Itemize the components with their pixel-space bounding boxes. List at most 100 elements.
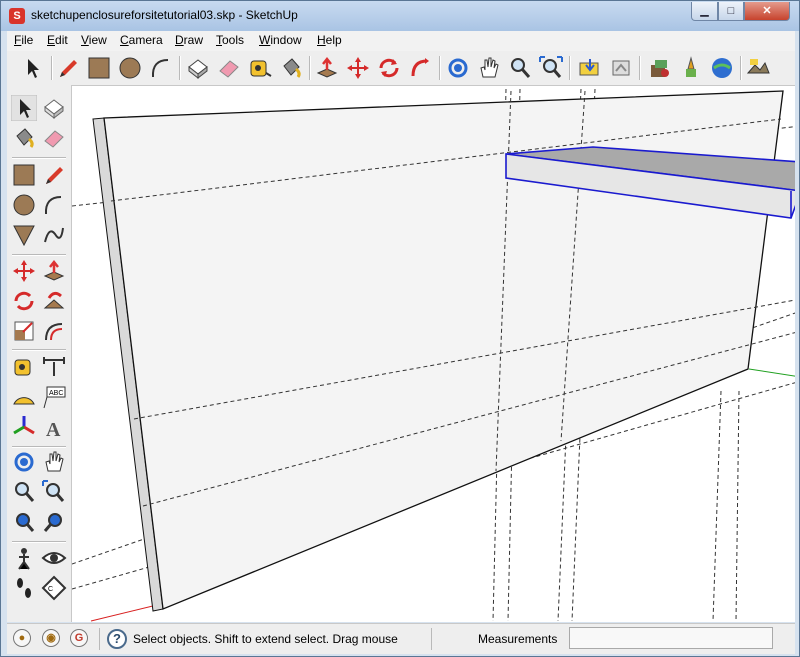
menu-camera[interactable]: Camera [120,33,163,47]
zoom-extents-icon[interactable] [538,55,564,81]
3d-text-icon[interactable]: A [41,414,67,440]
main-toolbar [7,51,795,86]
toolbar-separator [309,56,311,80]
toolbar-separator [12,254,66,256]
toolbar-separator [439,56,441,80]
toolbar-separator [12,541,66,543]
arc-icon[interactable] [41,192,67,218]
status-separator [431,628,432,650]
toolbar-separator [12,349,66,351]
menu-edit[interactable]: Edit [47,33,68,47]
green-axis [748,368,795,377]
push-pull-icon[interactable] [41,258,67,284]
arc-icon[interactable] [148,55,174,81]
scale-icon[interactable] [11,318,37,344]
zoom-window-icon[interactable] [41,479,67,505]
orbit-icon[interactable] [445,55,471,81]
toolbar-separator [51,56,53,80]
place-model-icon[interactable] [678,55,704,81]
paint-bucket-icon[interactable] [278,55,304,81]
svg-text:A: A [46,419,61,440]
section-plane-icon[interactable]: C [41,575,67,601]
status-bar: ● ◉ G ? Select objects. Shift to extend … [7,623,795,654]
toolbar-separator [740,56,742,80]
look-around-icon[interactable] [41,545,67,571]
make-component-icon[interactable] [41,95,67,121]
credits-icon[interactable]: ◉ [42,629,60,647]
svg-text:C: C [48,586,53,593]
pan-hand-icon[interactable] [41,449,67,475]
title-bar[interactable]: S sketchupenclosureforsitetutorial03.skp… [1,1,799,31]
polygon-icon[interactable] [11,222,37,248]
google-sign-in-icon[interactable]: G [70,629,88,647]
toolbar-separator [12,446,66,448]
help-icon[interactable]: ? [107,629,127,649]
protractor-icon[interactable] [11,384,37,410]
rotate-icon[interactable] [376,55,402,81]
large-tool-set-toolbar: ABC A C [7,85,72,622]
menu-file[interactable]: File [14,33,33,47]
make-component-icon[interactable] [185,55,211,81]
orbit-icon[interactable] [11,449,37,475]
pan-hand-icon[interactable] [476,55,502,81]
zoom-icon[interactable] [507,55,533,81]
minimize-button[interactable]: ▁ [691,2,718,21]
close-button[interactable]: ✕ [744,2,790,21]
menu-bar: File Edit View Camera Draw Tools Window … [7,31,795,51]
toolbar-separator [639,56,641,80]
dimension-icon[interactable] [41,354,67,380]
toolbar-separator [179,56,181,80]
components-icon[interactable] [647,55,673,81]
get-models-icon[interactable] [577,55,603,81]
axes-icon[interactable] [11,414,37,440]
paint-bucket-icon[interactable] [11,125,37,151]
menu-help[interactable]: Help [317,33,342,47]
sketchup-window: S sketchupenclosureforsitetutorial03.skp… [0,0,800,657]
model-viewport[interactable] [72,86,795,622]
tape-measure-icon[interactable] [11,354,37,380]
measurements-input[interactable] [569,627,773,649]
status-message: Select objects. Shift to extend select. … [133,632,398,646]
toggle-terrain-icon[interactable] [745,55,771,81]
select-arrow-icon[interactable] [19,55,45,81]
eraser-icon[interactable] [216,55,242,81]
freehand-icon[interactable] [41,222,67,248]
pencil-line-icon[interactable] [41,162,67,188]
model-drawing [72,88,795,622]
move-icon[interactable] [345,55,371,81]
tape-measure-icon[interactable] [247,55,273,81]
menu-draw[interactable]: Draw [175,33,203,47]
rotate-icon[interactable] [11,288,37,314]
pencil-line-icon[interactable] [55,55,81,81]
eraser-icon[interactable] [41,125,67,151]
geo-location-icon[interactable]: ● [13,629,31,647]
menu-tools[interactable]: Tools [216,33,244,47]
google-earth-icon[interactable] [709,55,735,81]
zoom-icon[interactable] [11,479,37,505]
toolbar-separator [569,56,571,80]
circle-icon[interactable] [117,55,143,81]
offset-icon[interactable] [41,318,67,344]
previous-view-icon[interactable] [11,509,37,535]
share-model-icon[interactable] [608,55,634,81]
rectangle-icon[interactable] [11,162,37,188]
status-separator [99,628,100,650]
red-axis [90,603,162,622]
walk-icon[interactable] [11,575,37,601]
text-label-icon[interactable]: ABC [41,384,67,410]
svg-text:ABC: ABC [49,390,63,397]
move-icon[interactable] [11,258,37,284]
next-view-icon[interactable] [41,509,67,535]
circle-icon[interactable] [11,192,37,218]
menu-window[interactable]: Window [259,33,302,47]
rectangle-icon[interactable] [86,55,112,81]
measurements-label: Measurements [478,632,558,646]
push-pull-icon[interactable] [314,55,340,81]
toolbar-separator [12,157,66,159]
position-camera-icon[interactable] [11,545,37,571]
maximize-button[interactable]: □ [718,2,744,21]
menu-view[interactable]: View [81,33,107,47]
select-arrow-icon[interactable] [11,95,37,121]
follow-me-icon[interactable] [407,55,433,81]
follow-me-icon[interactable] [41,288,67,314]
